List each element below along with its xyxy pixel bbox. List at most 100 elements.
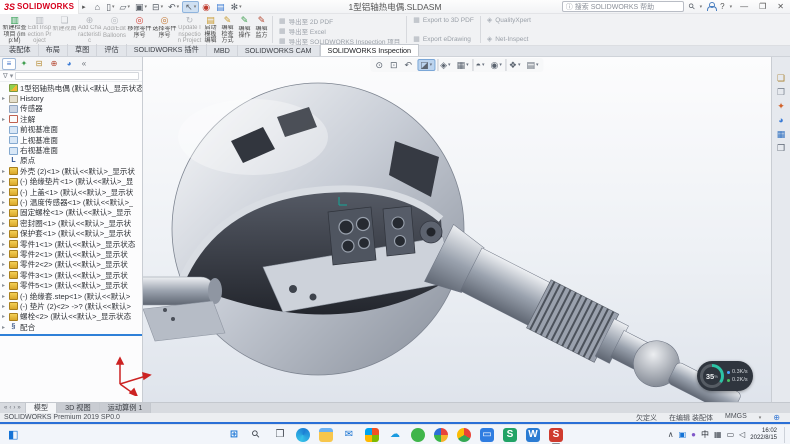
zoom-area-icon[interactable]: ⊡ [388, 59, 401, 71]
tray-im-icon[interactable]: ● [691, 430, 696, 440]
tab-scroll-arrow-icon[interactable]: ‹ [9, 405, 11, 411]
panel-splitter[interactable] [0, 334, 142, 336]
hide-show-items-icon[interactable]: ◉ ▾ [489, 59, 504, 71]
tree-item[interactable]: 右视基准面 [0, 145, 142, 155]
tray-volume-icon[interactable]: ◁ [739, 430, 745, 440]
tree-item[interactable]: 上视基准面 [0, 135, 142, 145]
export-menu-item[interactable]: ▦ Export eDrawing [413, 35, 474, 43]
chrome-icon[interactable] [457, 428, 471, 442]
ribbon-button[interactable]: ✎ 编辑监方 [253, 15, 270, 44]
expand-arrow-icon[interactable] [2, 293, 9, 300]
ribbon-button[interactable]: ▥ Edit Inspection Project [27, 15, 52, 44]
model-tab[interactable]: 3D 视图 [57, 403, 100, 413]
onedrive-icon[interactable]: ☁ [388, 428, 402, 442]
model-tab[interactable]: 模型 [26, 403, 57, 413]
filter-funnel-icon[interactable]: ∇ [3, 72, 8, 80]
print-icon[interactable]: ⊟ ▾ [150, 1, 165, 13]
ribbon-tab[interactable]: SOLIDWORKS 插件 [127, 44, 207, 56]
solidworks-taskbar-icon[interactable]: S [549, 428, 563, 442]
tree-item[interactable]: (-) 上盖<1> (默认<<默认>_显示状 [0, 187, 142, 197]
tree-item[interactable]: 固定螺栓<1> (默认<<默认>_显示 [0, 208, 142, 218]
tab-scroll-arrow-icon[interactable]: « [4, 405, 7, 411]
app-360-icon[interactable] [411, 428, 425, 442]
search-button[interactable]: ⚲ [250, 428, 264, 442]
expand-arrow-icon[interactable] [2, 282, 9, 289]
tree-item[interactable]: 零件2<1> (默认<<默认>_显示状 [0, 249, 142, 259]
previous-view-icon[interactable]: ↶ [403, 59, 416, 71]
display-style-icon[interactable]: ◓ ▾ [473, 59, 487, 71]
apply-scene-icon[interactable]: ▤ ▾ [525, 59, 541, 71]
displaymanager-tab[interactable]: ◕ [62, 58, 76, 70]
featuremanager-tab[interactable]: ≡ [2, 58, 16, 70]
close-button[interactable]: ✕ [774, 2, 787, 11]
restore-button[interactable]: ❐ [756, 2, 769, 11]
ribbon-button[interactable]: ↻ Update Inspection Project [177, 15, 202, 44]
ime-mode-indicator[interactable]: 中 [701, 430, 709, 440]
ribbon-button[interactable]: ▥ 新建检查项目 (imp:M) [2, 15, 27, 44]
model-tab[interactable]: 运动算例 1 [100, 403, 152, 413]
undo-icon[interactable]: ↶ ▾ [166, 1, 181, 13]
expand-arrow-icon[interactable] [2, 220, 9, 227]
tree-item[interactable]: (-) 温度传感器<1> (默认<<默认>_ [0, 197, 142, 207]
globe-icon[interactable]: ⊕ [773, 413, 780, 422]
expand-arrow-icon[interactable] [2, 313, 9, 320]
tab-scroll-arrow-icon[interactable]: » [17, 405, 20, 411]
help-dropdown-icon[interactable]: ▾ [730, 4, 733, 10]
expand-arrow-icon[interactable] [2, 199, 9, 206]
expand-arrow-icon[interactable] [2, 189, 9, 196]
tree-item[interactable]: 螺栓<2> (默认<<默认>_显示状态 [0, 312, 142, 322]
filter-input[interactable] [15, 72, 139, 80]
tree-item[interactable]: (-) 绝缘套.step<1> (默认<<默认> [0, 291, 142, 301]
file-explorer-tab-icon[interactable]: ❐ [777, 87, 785, 97]
select-cursor-icon[interactable]: ↖ ▾ [182, 1, 199, 13]
save-icon[interactable]: ▣ ▾ [133, 1, 149, 13]
word-icon[interactable]: W [526, 428, 540, 442]
expand-arrow-icon[interactable] [2, 209, 9, 216]
minimize-button[interactable]: — [737, 2, 751, 11]
tree-item[interactable]: History [0, 93, 142, 103]
export-menu-item[interactable]: ▦ 导出至 2D PDF [279, 16, 400, 26]
tree-item[interactable]: 注解 [0, 114, 142, 124]
tree-item[interactable]: 前视基准面 [0, 125, 142, 135]
tree-item[interactable]: 外壳 (2)<1> (默认<<默认>_显示状 [0, 166, 142, 176]
help-icon[interactable]: ? [720, 2, 724, 11]
ribbon-tab[interactable]: 装配体 [2, 44, 39, 56]
browser-colorful-icon[interactable] [434, 428, 448, 442]
expand-arrow-icon[interactable] [2, 303, 9, 310]
dimxpertmanager-tab[interactable]: ⊕ [47, 58, 61, 70]
start-button[interactable]: ⊞ [227, 428, 241, 442]
tree-item[interactable]: (-) 垫片 (2)<2> ->? (默认<<默认> [0, 301, 142, 311]
tray-display-icon[interactable]: ▭ [727, 430, 735, 440]
logo-flyout-arrow-icon[interactable]: ▸ [79, 3, 89, 11]
tree-item[interactable]: 零件1<1> (默认<<默认>_显示状态 [0, 239, 142, 249]
ribbon-button[interactable]: ◎ 移除零件序号 [127, 15, 152, 44]
mail-icon[interactable]: ✉ [342, 428, 356, 442]
sign-in-icon[interactable] [707, 2, 715, 11]
tree-item[interactable]: 保护套<1> (默认<<默认>_显示状 [0, 228, 142, 238]
search-input[interactable]: ⓘ 搜索 SOLIDWORKS 帮助 [562, 1, 684, 12]
quality-menu-item[interactable]: ◈ Net-Inspect [487, 35, 531, 43]
home-icon[interactable]: ⌂ [93, 1, 103, 13]
expand-arrow-icon[interactable] [2, 168, 9, 175]
wps-icon[interactable]: S [503, 428, 517, 442]
tab-scroll-arrow-icon[interactable]: › [13, 405, 15, 411]
rebuild-icon[interactable]: ◉ [200, 1, 213, 13]
edge-browser-icon[interactable] [296, 428, 310, 442]
tree-item[interactable]: 1型铝轴热电偶 (默认<默认_显示状态-1 [0, 83, 142, 93]
ribbon-button[interactable]: ⊕ Add Characteristic [77, 15, 102, 44]
custom-properties-tab-icon[interactable]: ❒ [777, 143, 785, 153]
file-properties-icon[interactable]: ▤ [214, 1, 228, 13]
ribbon-tab[interactable]: 草图 [68, 44, 97, 56]
ribbon-button[interactable]: ✎ 编辑操作 [236, 15, 253, 44]
search-dropdown-icon[interactable]: ▾ [700, 4, 703, 10]
expand-arrow-icon[interactable] [2, 116, 9, 123]
ribbon-tab[interactable]: 评估 [97, 44, 126, 56]
export-menu-item[interactable]: ▦ 导出至 Excel [279, 26, 400, 36]
tree-item[interactable]: 传感器 [0, 104, 142, 114]
view-palette-tab-icon[interactable]: ✦ [777, 101, 785, 111]
scenes-tab-icon[interactable]: ▦ [777, 129, 786, 139]
units-dropdown-icon[interactable]: ▾ [759, 415, 762, 421]
ribbon-button[interactable]: ✎ 编辑检查方式 [219, 15, 236, 44]
ribbon-button[interactable]: ◎ Add/Edit Balloons [102, 15, 127, 44]
ribbon-tab[interactable]: 布局 [39, 44, 68, 56]
